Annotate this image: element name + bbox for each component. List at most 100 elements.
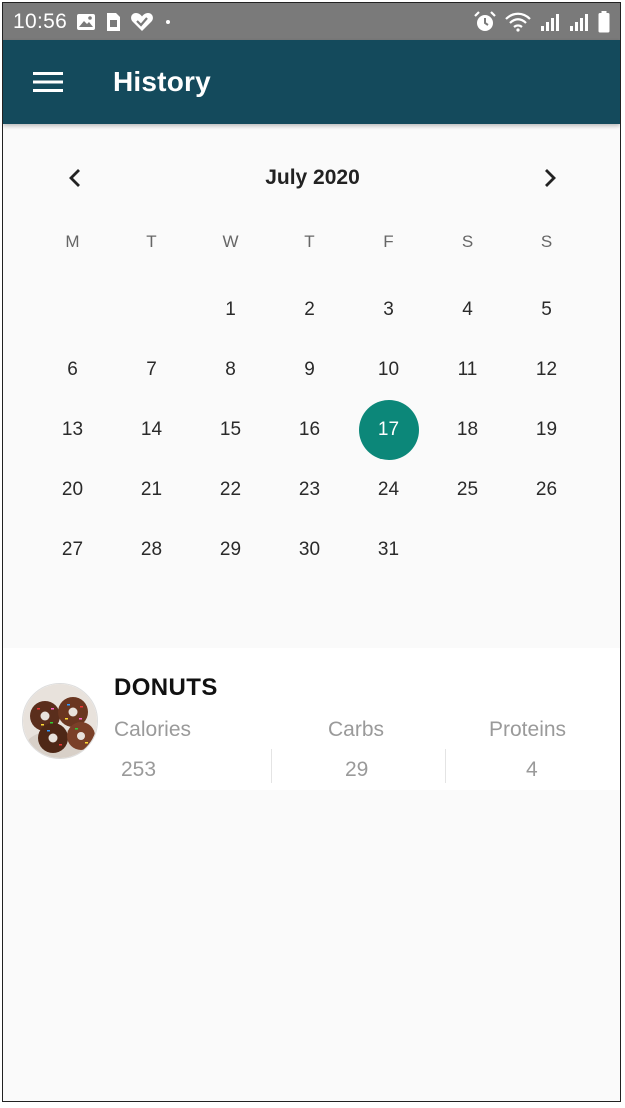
day-cell[interactable]: 31 — [349, 520, 428, 580]
day-number: 6 — [67, 359, 78, 380]
day-cell[interactable]: 2 — [270, 280, 349, 340]
day-number: 31 — [377, 539, 400, 560]
day-cell[interactable]: 21 — [112, 460, 191, 520]
day-number: 29 — [219, 539, 242, 560]
day-number: 7 — [146, 359, 157, 380]
day-number: 14 — [140, 419, 163, 440]
day-cell[interactable]: 15 — [191, 400, 270, 460]
day-cell[interactable]: 29 — [191, 520, 270, 580]
proteins-label: Proteins — [489, 718, 567, 741]
empty-day-cell — [33, 280, 112, 340]
day-number: 19 — [535, 419, 558, 440]
day-number: 2 — [304, 299, 315, 320]
stat-divider — [271, 749, 272, 783]
day-cell[interactable]: 8 — [191, 340, 270, 400]
next-month-button[interactable] — [536, 162, 564, 194]
day-cell[interactable]: 4 — [428, 280, 507, 340]
day-cell[interactable]: 12 — [507, 340, 586, 400]
day-cell[interactable]: 16 — [270, 400, 349, 460]
app-screen: 10:56 History July 2020 M T W T F S S 1 … — [2, 2, 621, 1102]
weekday-label: M — [65, 232, 80, 251]
day-number: 26 — [535, 479, 558, 500]
day-cell[interactable]: 6 — [33, 340, 112, 400]
day-cell[interactable]: 28 — [112, 520, 191, 580]
day-number: 21 — [140, 479, 163, 500]
dot-icon — [163, 17, 173, 27]
day-number: 28 — [140, 539, 163, 560]
day-number: 17 — [358, 400, 419, 460]
day-number: 24 — [377, 479, 400, 500]
food-entry-card[interactable]: DONUTS Calories Carbs Proteins 253 29 4 — [3, 648, 620, 790]
day-number: 16 — [298, 419, 321, 440]
day-cell[interactable]: 20 — [33, 460, 112, 520]
day-cell[interactable]: 25 — [428, 460, 507, 520]
carbs-label: Carbs — [328, 718, 385, 741]
day-number: 27 — [61, 539, 84, 560]
day-number: 30 — [298, 539, 321, 560]
day-cell[interactable]: 22 — [191, 460, 270, 520]
previous-month-button[interactable] — [61, 162, 89, 194]
day-number: 9 — [304, 359, 315, 380]
day-number: 13 — [61, 419, 84, 440]
day-number: 15 — [219, 419, 242, 440]
menu-button[interactable] — [25, 59, 71, 105]
day-cell[interactable]: 13 — [33, 400, 112, 460]
day-cell[interactable]: 10 — [349, 340, 428, 400]
day-cell[interactable]: 24 — [349, 460, 428, 520]
battery-icon — [598, 10, 610, 33]
app-bar: History — [3, 40, 620, 124]
day-number: 11 — [457, 359, 478, 380]
day-cell[interactable]: 5 — [507, 280, 586, 340]
day-cell[interactable]: 27 — [33, 520, 112, 580]
day-cell[interactable]: 3 — [349, 280, 428, 340]
weekday-label: T — [146, 232, 157, 251]
sim-card-icon — [105, 12, 121, 32]
status-bar: 10:56 — [3, 3, 620, 40]
day-cell[interactable]: 11 — [428, 340, 507, 400]
signal-1-icon — [540, 12, 560, 32]
day-number: 5 — [541, 299, 552, 320]
status-bar-left: 10:56 — [13, 10, 173, 34]
stat-divider — [445, 749, 446, 783]
day-cell[interactable]: 26 — [507, 460, 586, 520]
selected-day-cell[interactable]: 17 — [349, 400, 428, 460]
calories-value: 253 — [121, 758, 157, 781]
day-number: 8 — [225, 359, 236, 380]
day-number: 23 — [298, 479, 321, 500]
day-cell[interactable]: 7 — [112, 340, 191, 400]
day-cell[interactable]: 1 — [191, 280, 270, 340]
day-cell[interactable]: 23 — [270, 460, 349, 520]
chevron-right-icon — [544, 169, 556, 187]
carbs-value: 29 — [345, 758, 369, 781]
weekday-label: W — [222, 232, 239, 251]
calendar-header: July 2020 — [3, 160, 620, 196]
day-number: 25 — [456, 479, 479, 500]
donuts-thumbnail — [22, 683, 98, 759]
chevron-left-icon — [69, 169, 80, 187]
day-cell[interactable]: 18 — [428, 400, 507, 460]
day-number: 4 — [462, 299, 473, 320]
status-time: 10:56 — [13, 9, 68, 33]
day-cell[interactable]: 30 — [270, 520, 349, 580]
day-number: 1 — [225, 299, 236, 320]
heart-check-icon — [130, 12, 154, 32]
weekday-header-row: MTWTFSS — [33, 230, 586, 254]
signal-2-icon — [569, 12, 589, 32]
month-label: July 2020 — [265, 166, 360, 189]
page-title: History — [113, 66, 211, 97]
day-number: 3 — [383, 299, 394, 320]
hamburger-menu-icon — [33, 72, 63, 92]
weekday-label: S — [540, 232, 553, 251]
wifi-icon — [505, 12, 531, 32]
empty-day-cell — [112, 280, 191, 340]
status-bar-right — [474, 10, 610, 33]
day-cell[interactable]: 19 — [507, 400, 586, 460]
day-number: 18 — [456, 419, 479, 440]
day-number: 22 — [219, 479, 242, 500]
day-number: 20 — [61, 479, 84, 500]
image-icon — [76, 13, 96, 31]
day-cell[interactable]: 14 — [112, 400, 191, 460]
day-cell[interactable]: 9 — [270, 340, 349, 400]
alarm-icon — [474, 10, 496, 33]
calories-label: Calories — [114, 718, 192, 741]
